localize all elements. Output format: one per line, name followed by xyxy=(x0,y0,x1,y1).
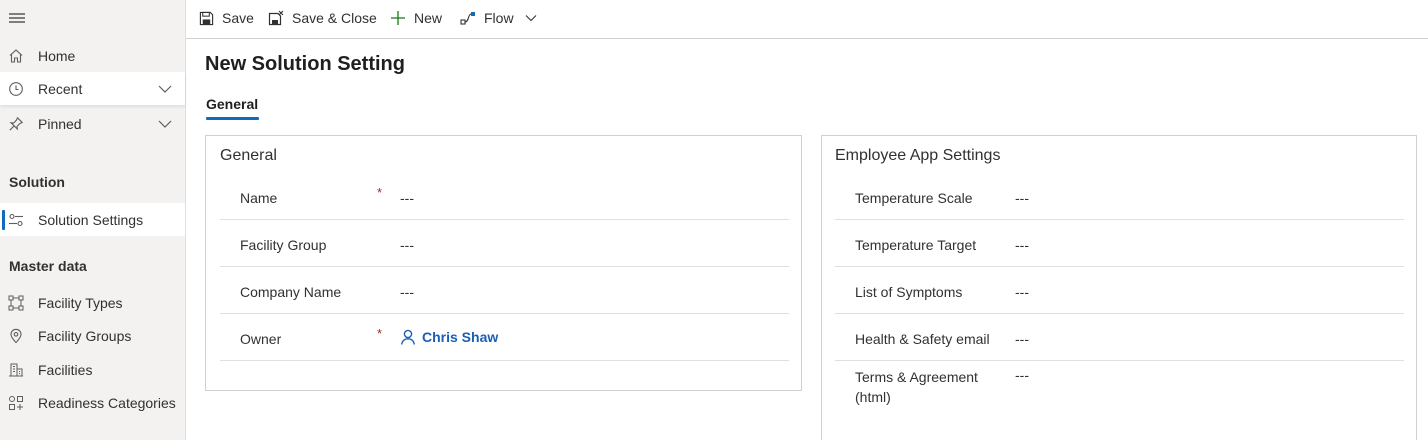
field-owner[interactable]: Owner * Chris Shaw xyxy=(220,314,789,361)
field-label: Health & Safety email xyxy=(855,331,990,347)
save-close-icon xyxy=(268,10,284,26)
field-label: Owner xyxy=(240,331,282,347)
new-button[interactable]: New xyxy=(390,0,442,36)
save-close-label: Save & Close xyxy=(292,10,377,26)
tab-active-indicator xyxy=(206,117,259,120)
sidebar-item-facility-groups[interactable]: Facility Groups xyxy=(0,319,185,352)
sidebar-item-facility-types[interactable]: Facility Types xyxy=(0,286,185,319)
field-list-of-symptoms[interactable]: List of Symptoms --- xyxy=(835,267,1404,314)
temperature-target-input[interactable]: --- xyxy=(1015,237,1029,253)
field-health-safety-email[interactable]: Health & Safety email --- xyxy=(835,314,1404,361)
field-facility-group[interactable]: Facility Group --- xyxy=(220,220,789,267)
person-icon xyxy=(401,329,415,345)
save-button[interactable]: Save xyxy=(198,0,254,36)
field-temperature-target[interactable]: Temperature Target --- xyxy=(835,220,1404,267)
sidebar-item-label: Home xyxy=(38,47,76,64)
sidebar-item-readiness-categories[interactable]: Readiness Categories xyxy=(0,386,185,419)
name-input[interactable]: --- xyxy=(400,190,414,206)
list-of-symptoms-input[interactable]: --- xyxy=(1015,284,1029,300)
flow-label: Flow xyxy=(484,10,514,26)
sidebar-item-facilities[interactable]: Facilities xyxy=(0,353,185,386)
flow-icon xyxy=(460,10,476,26)
sidebar-item-label: Facilities xyxy=(38,361,93,378)
facility-group-input[interactable]: --- xyxy=(400,237,414,253)
health-safety-email-input[interactable]: --- xyxy=(1015,331,1029,347)
field-label: Facility Group xyxy=(240,237,327,253)
chevron-down-icon[interactable] xyxy=(525,14,537,22)
section-title: General xyxy=(220,147,277,164)
owner-lookup-link[interactable]: Chris Shaw xyxy=(400,329,498,345)
field-label: Name xyxy=(240,190,278,206)
sidebar-item-label: Readiness Categories xyxy=(38,394,176,411)
required-marker: * xyxy=(377,326,383,341)
pin-icon xyxy=(8,116,24,132)
plus-icon xyxy=(390,10,406,26)
facility-types-icon xyxy=(8,295,24,311)
owner-name: Chris Shaw xyxy=(422,329,499,345)
page-title: New Solution Setting xyxy=(205,53,405,75)
field-name[interactable]: Name * --- xyxy=(220,173,789,220)
command-bar: Save Save & Close New Flow xyxy=(186,0,1428,39)
field-temperature-scale[interactable]: Temperature Scale --- xyxy=(835,173,1404,220)
settings-sliders-icon xyxy=(8,212,24,228)
terms-agreement-input[interactable]: --- xyxy=(1015,367,1029,383)
chevron-down-icon[interactable] xyxy=(158,84,172,94)
company-name-input[interactable]: --- xyxy=(400,284,414,300)
save-and-close-button[interactable]: Save & Close xyxy=(268,0,377,36)
location-pin-icon xyxy=(8,328,24,344)
sidebar-item-solution-settings[interactable]: Solution Settings xyxy=(0,203,185,236)
field-label: Temperature Target xyxy=(855,237,977,253)
general-section: General Name * --- Facility Group --- Co… xyxy=(205,135,802,391)
hamburger-menu-icon[interactable] xyxy=(8,10,26,26)
selected-indicator xyxy=(2,210,5,230)
employee-app-settings-section: Employee App Settings Temperature Scale … xyxy=(821,135,1417,440)
building-icon xyxy=(8,362,24,378)
field-label: List of Symptoms xyxy=(855,284,963,300)
sidebar-item-recent[interactable]: Recent xyxy=(0,72,185,105)
clock-icon xyxy=(8,81,24,97)
home-icon xyxy=(8,48,24,64)
section-title: Employee App Settings xyxy=(835,147,1001,164)
save-label: Save xyxy=(222,10,254,26)
sidebar: Home Recent Pinned Solution Solution Set… xyxy=(0,0,186,440)
field-company-name[interactable]: Company Name --- xyxy=(220,267,789,314)
field-label: Temperature Scale xyxy=(855,190,973,206)
categories-icon xyxy=(8,395,24,411)
tab-general[interactable]: General xyxy=(206,96,258,112)
temperature-scale-input[interactable]: --- xyxy=(1015,190,1029,206)
field-terms-agreement[interactable]: Terms & Agreement (html) --- xyxy=(835,361,1404,431)
sidebar-item-label: Recent xyxy=(38,80,83,97)
save-icon xyxy=(198,10,214,26)
section-heading-master-data: Master data xyxy=(9,258,87,274)
sidebar-item-home[interactable]: Home xyxy=(0,39,185,72)
sidebar-item-label: Solution Settings xyxy=(38,211,144,228)
chevron-down-icon[interactable] xyxy=(158,119,172,129)
sidebar-item-label: Facility Groups xyxy=(38,327,132,344)
required-marker: * xyxy=(377,185,383,200)
field-label: Terms & Agreement (html) xyxy=(855,369,978,405)
flow-button[interactable]: Flow xyxy=(460,0,537,36)
sidebar-item-pinned[interactable]: Pinned xyxy=(0,107,185,140)
sidebar-item-label: Pinned xyxy=(38,115,82,132)
sidebar-item-label: Facility Types xyxy=(38,294,123,311)
new-label: New xyxy=(414,10,443,26)
section-heading-solution: Solution xyxy=(9,174,65,190)
field-label: Company Name xyxy=(240,284,342,300)
